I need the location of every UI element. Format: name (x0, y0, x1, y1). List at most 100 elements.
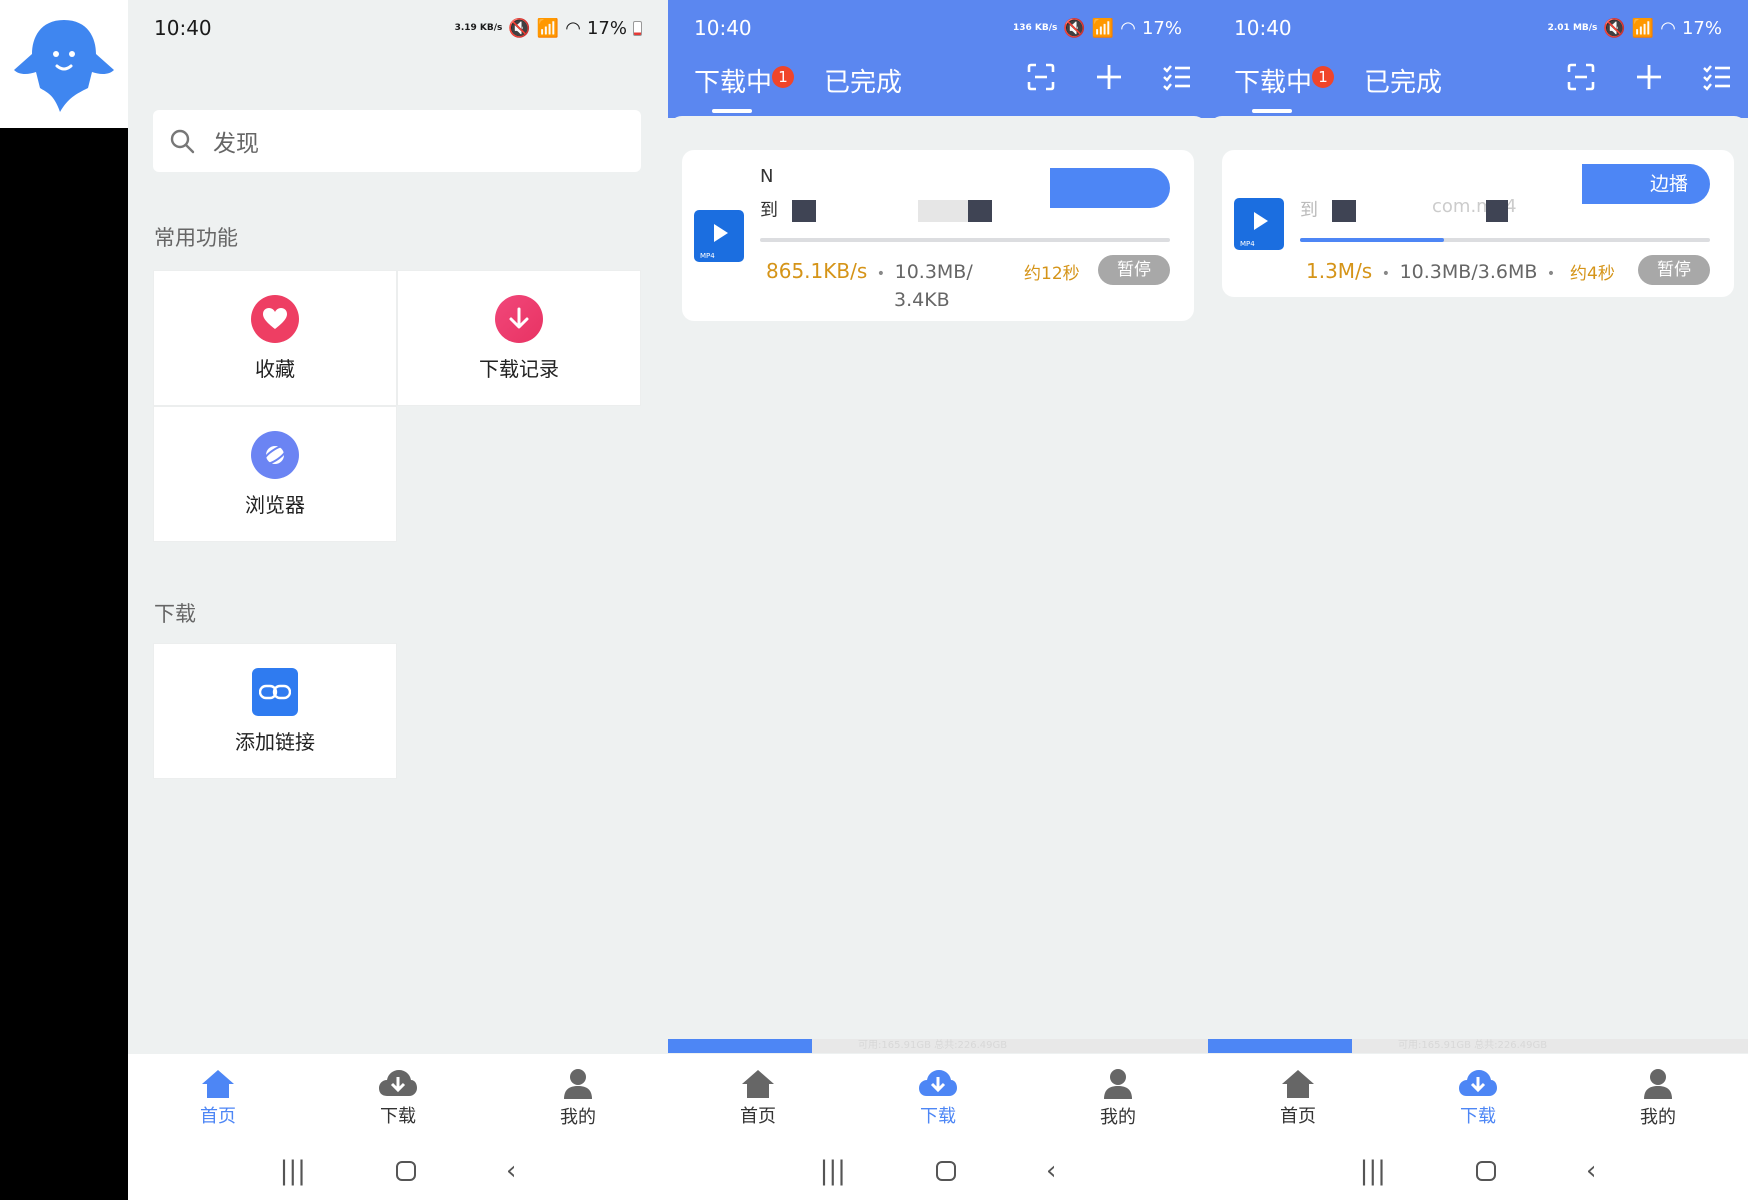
count-badge: 1 (772, 66, 795, 88)
user-icon (564, 1069, 592, 1099)
redacted-block (792, 200, 816, 222)
nav-download[interactable]: 下载 (338, 1068, 458, 1128)
nav-home[interactable]: 首页 (1238, 1068, 1358, 1128)
home-circle-icon[interactable] (1475, 1161, 1496, 1181)
nav-download[interactable]: 下载 (1418, 1068, 1538, 1128)
nav-home[interactable]: 首页 (698, 1068, 818, 1128)
recent-apps-icon[interactable]: ||| (820, 1156, 846, 1186)
tab-completed[interactable]: 已完成 (1364, 62, 1442, 99)
system-nav-bar: ||| ‹ (128, 1142, 668, 1200)
header-actions (1566, 62, 1732, 92)
status-bar: 10:40 3.19 KB/s 🔇 📶 ◠ 17% (128, 0, 668, 56)
redacted-block (918, 200, 968, 222)
network-speed: 2.01 MB/s (1547, 22, 1598, 33)
home-circle-icon[interactable] (935, 1161, 956, 1181)
back-icon[interactable]: ‹ (1046, 1156, 1056, 1186)
mute-icon: 🔇 (508, 17, 531, 39)
user-icon (1644, 1069, 1672, 1099)
section-common-label: 常用功能 (154, 226, 238, 250)
screenshot-collage: 10:40 3.19 KB/s 🔇 📶 ◠ 17% 发现 常用功能 收藏 下载记… (0, 0, 1748, 1200)
scan-icon[interactable] (1566, 62, 1596, 92)
status-bar: 10:40 2.01 MB/s 🔇 📶 ◠ 17% (1208, 0, 1748, 56)
tile-add-link[interactable]: 添加链接 (153, 643, 397, 779)
signal-icon: 📶 (1631, 17, 1655, 39)
download-size-total: 3.4KB (894, 289, 950, 311)
wifi-icon: ◠ (565, 17, 581, 39)
video-file-icon: MP4 (1234, 198, 1284, 250)
checklist-icon[interactable] (1702, 62, 1732, 92)
stream-play-button[interactable] (1050, 168, 1170, 208)
tab-completed[interactable]: 已完成 (824, 62, 902, 99)
download-progress (1300, 238, 1710, 242)
redacted-block (968, 200, 992, 222)
redacted-block (1332, 200, 1356, 222)
download-speed: 1.3M/s (1306, 259, 1373, 283)
storage-bar: 可用:165.91GB 总共:226.49GB (668, 1039, 1208, 1053)
download-task-card[interactable]: MP4 N 到 865.1KB/s • 10.3MB/ 3.4KB 约12秒 暂… (682, 150, 1194, 321)
tile-label: 下载记录 (479, 356, 559, 381)
recent-apps-icon[interactable]: ||| (280, 1156, 306, 1186)
nav-mine[interactable]: 我的 (1058, 1067, 1178, 1129)
tab-downloading[interactable]: 下载中 1 (694, 62, 795, 113)
back-icon[interactable]: ‹ (506, 1156, 516, 1186)
ghost-logo-icon (14, 20, 114, 112)
tile-browser[interactable]: 浏览器 (153, 406, 397, 542)
wifi-icon: ◠ (1120, 17, 1136, 39)
back-icon[interactable]: ‹ (1586, 1156, 1596, 1186)
downloads-tabs: 下载中 1 已完成 (694, 62, 902, 113)
tile-favorites[interactable]: 收藏 (153, 270, 397, 406)
recent-apps-icon[interactable]: ||| (1360, 1156, 1386, 1186)
network-speed: 136 KB/s (1013, 22, 1058, 33)
downloads-tabs: 下载中 1 已完成 (1234, 62, 1442, 113)
download-size: 10.3MB/3.6MB (1399, 261, 1538, 283)
storage-used-fill (1208, 1039, 1352, 1053)
nav-mine[interactable]: 我的 (1598, 1067, 1718, 1129)
signal-icon: 📶 (1091, 17, 1115, 39)
cloud-download-icon (379, 1070, 417, 1096)
add-icon[interactable] (1634, 62, 1664, 92)
nav-download[interactable]: 下载 (878, 1068, 998, 1128)
cloud-download-icon (919, 1070, 957, 1096)
storage-bar: 可用:165.91GB 总共:226.49GB (1208, 1039, 1748, 1053)
network-speed: 3.19 KB/s (454, 22, 503, 33)
storage-text: 可用:165.91GB 总共:226.49GB (1398, 1040, 1548, 1051)
home-icon (1282, 1070, 1314, 1098)
checklist-icon[interactable] (1162, 62, 1192, 92)
planet-icon (251, 430, 299, 479)
download-progress (760, 238, 1170, 242)
video-file-icon: MP4 (694, 210, 744, 262)
file-name-line2: 到 (760, 200, 778, 221)
storage-text: 可用:165.91GB 总共:226.49GB (858, 1040, 1008, 1051)
stream-play-button[interactable]: 边播 (1582, 164, 1710, 204)
search-input[interactable]: 发现 (153, 110, 641, 172)
nav-home[interactable]: 首页 (158, 1068, 278, 1128)
tab-downloading[interactable]: 下载中 1 (1234, 62, 1335, 113)
scan-icon[interactable] (1026, 62, 1056, 92)
download-task-card[interactable]: MP4 到 com.mp4 边播 1.3M/s • 10.3MB/3.6MB •… (1222, 150, 1734, 297)
link-file-icon (252, 667, 298, 716)
system-nav-bar: ||| ‹ (668, 1142, 1208, 1200)
eta-label: 约4秒 (1570, 264, 1615, 284)
status-time: 10:40 (694, 16, 752, 40)
file-name-prefix: 到 (1300, 200, 1318, 221)
bottom-nav: 首页 下载 我的 (668, 1054, 1208, 1142)
nav-mine[interactable]: 我的 (518, 1067, 638, 1129)
home-circle-icon[interactable] (395, 1161, 416, 1181)
tile-download-history[interactable]: 下载记录 (397, 270, 641, 406)
header-actions (1026, 62, 1192, 92)
add-icon[interactable] (1094, 62, 1124, 92)
heart-icon (251, 294, 299, 343)
status-time: 10:40 (154, 16, 212, 40)
home-icon (742, 1070, 774, 1098)
pause-button[interactable]: 暂停 (1098, 255, 1170, 285)
battery-level: 17% (586, 17, 627, 39)
pause-button[interactable]: 暂停 (1638, 255, 1710, 285)
cloud-download-icon (1459, 1070, 1497, 1096)
bottom-nav: 首页 下载 我的 (1208, 1054, 1748, 1142)
tile-label: 添加链接 (235, 729, 315, 754)
progress-fill (1300, 238, 1444, 242)
file-name-line1: N (760, 166, 774, 187)
downloads-screen-1: 10:40 136 KB/s 🔇 📶 ◠ 17% 下载中 1 已完成 MP4 N… (668, 0, 1208, 1200)
home-icon (202, 1070, 234, 1098)
app-logo (0, 0, 128, 128)
